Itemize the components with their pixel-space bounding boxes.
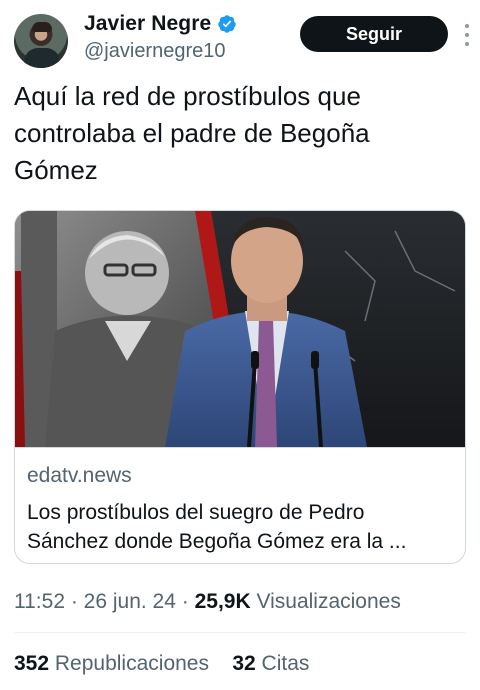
tweet-text-line: Aquí la red de prostíbulos que [14,81,361,111]
separator: · [175,590,195,613]
tweet-text-line: Gómez [14,155,98,185]
link-card-meta[interactable]: edatv.news Los prostíbulos del suegro de… [15,447,465,563]
link-card-image[interactable] [15,211,465,447]
separator: · [65,590,84,613]
reposts-label: Republicaciones [49,652,209,675]
reposts-stat[interactable]: 352 Republicaciones [14,652,209,675]
link-card-domain: edatv.news [27,464,132,487]
quotes-label: Citas [255,652,310,675]
avatar[interactable] [14,14,68,68]
views-label: Visualizaciones [250,590,401,613]
tweet-text: Aquí la red de prostíbulos que controlab… [14,78,464,189]
follow-button[interactable]: Seguir [300,16,448,52]
quotes-count: 32 [232,652,256,675]
link-card-title-line: Los prostíbulos del suegro de Pedro [27,501,365,524]
tweet-stats: 352 Republicaciones 32 Citas [14,652,309,676]
link-card[interactable]: edatv.news Los prostíbulos del suegro de… [14,210,466,564]
reposts-count: 352 [14,652,50,675]
tweet-header: Javier Negre @javiernegre10 Seguir [14,10,472,68]
author-handle[interactable]: @javiernegre10 [84,40,226,63]
link-card-title: Los prostíbulos del suegro de Pedro Sánc… [27,498,457,556]
author-name-row[interactable]: Javier Negre [84,12,237,36]
link-card-title-line: Sánchez donde Begoña Gómez era la ... [27,530,407,553]
tweet-text-line: controlaba el padre de Begoña [14,118,370,148]
tweet-date[interactable]: 26 jun. 24 [84,590,176,613]
tweet-time[interactable]: 11:52 [14,590,65,613]
quotes-stat[interactable]: 32 Citas [232,652,309,675]
tweet-meta: 11:52 · 26 jun. 24 · 25,9K Visualizacion… [14,590,401,614]
verified-badge-icon [218,15,237,33]
author-name[interactable]: Javier Negre [84,12,211,36]
divider [14,632,466,633]
views-count: 25,9K [194,590,251,613]
more-options-icon[interactable] [462,22,472,48]
